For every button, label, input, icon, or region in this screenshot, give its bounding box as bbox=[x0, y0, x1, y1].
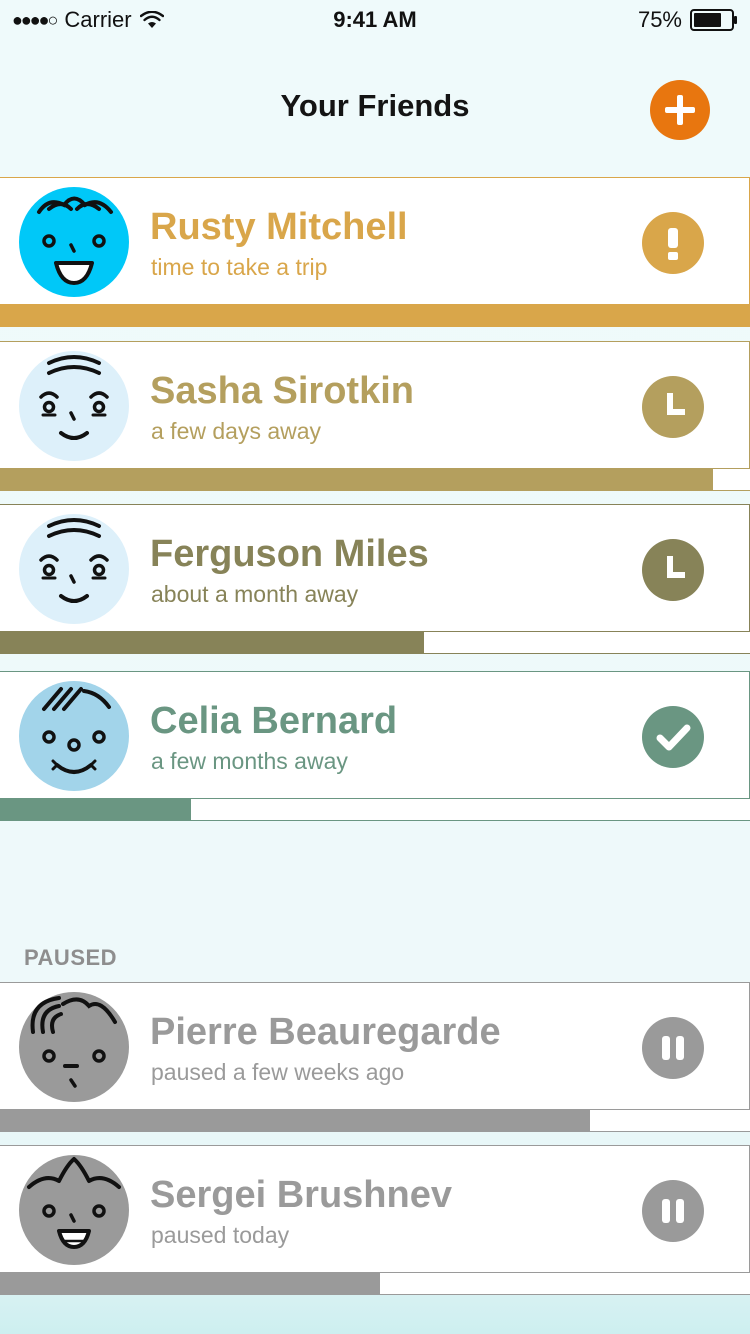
friend-name: Celia Bernard bbox=[150, 700, 398, 742]
plus-icon bbox=[665, 95, 695, 125]
friend-card-celia-bernard[interactable]: Celia Bernard a few months away bbox=[0, 671, 750, 821]
friend-name: Sasha Sirotkin bbox=[150, 370, 414, 412]
friend-subtitle: paused today bbox=[151, 1222, 290, 1248]
friend-subtitle: paused a few weeks ago bbox=[151, 1059, 405, 1085]
status-button[interactable] bbox=[642, 539, 704, 601]
friend-subtitle: time to take a trip bbox=[151, 254, 328, 280]
progress-bar bbox=[0, 798, 750, 820]
friend-subtitle: a few days away bbox=[151, 418, 322, 444]
status-button[interactable] bbox=[642, 1180, 704, 1242]
progress-fill bbox=[0, 1110, 591, 1131]
battery-percent: 75% bbox=[637, 7, 682, 32]
progress-fill bbox=[0, 799, 192, 820]
status-button[interactable] bbox=[642, 376, 704, 438]
progress-fill bbox=[0, 469, 713, 490]
progress-fill bbox=[0, 1273, 381, 1294]
progress-bar bbox=[0, 1272, 750, 1294]
friend-name: Ferguson Miles bbox=[150, 533, 429, 575]
status-right: 75% bbox=[638, 7, 738, 33]
sergei-brushnev-avatar bbox=[19, 1155, 129, 1265]
progress-fill bbox=[0, 305, 750, 326]
clock-icon bbox=[667, 393, 685, 415]
paused-section-label: PAUSED bbox=[24, 945, 118, 970]
pause-icon bbox=[662, 1036, 684, 1060]
sasha-sirotkin-avatar bbox=[19, 351, 129, 461]
friend-subtitle: about a month away bbox=[151, 581, 359, 607]
progress-bar bbox=[0, 468, 750, 490]
clock-icon bbox=[667, 556, 685, 578]
page-title: Your Friends bbox=[280, 88, 470, 123]
status-button[interactable] bbox=[642, 706, 704, 768]
exclamation-icon bbox=[668, 228, 678, 260]
battery-icon bbox=[690, 9, 737, 31]
status-button[interactable] bbox=[642, 1017, 704, 1079]
friend-name: Rusty Mitchell bbox=[150, 206, 408, 248]
friend-card-rusty-mitchell[interactable]: Rusty Mitchell time to take a trip bbox=[0, 177, 750, 327]
checkmark-icon bbox=[656, 724, 691, 751]
celia-bernard-avatar bbox=[19, 681, 129, 791]
progress-fill bbox=[0, 632, 424, 653]
friend-card-sasha-sirotkin[interactable]: Sasha Sirotkin a few days away bbox=[0, 341, 750, 491]
progress-bar bbox=[0, 304, 750, 326]
progress-bar bbox=[0, 1109, 750, 1131]
progress-bar bbox=[0, 631, 750, 653]
friend-card-ferguson-miles[interactable]: Ferguson Miles about a month away bbox=[0, 504, 750, 654]
status-button[interactable] bbox=[642, 212, 704, 274]
friend-card-sergei-brushnev[interactable]: Sergei Brushnev paused today bbox=[0, 1145, 750, 1295]
friend-subtitle: a few months away bbox=[151, 748, 348, 774]
add-friend-button[interactable] bbox=[650, 80, 710, 140]
ferguson-miles-avatar bbox=[19, 514, 129, 624]
pause-icon bbox=[662, 1199, 684, 1223]
status-bar: ●●●●○ Carrier 9:41 AM 75% bbox=[0, 0, 750, 40]
friend-name: Sergei Brushnev bbox=[150, 1174, 452, 1216]
rusty-mitchell-avatar bbox=[19, 187, 129, 297]
friend-name: Pierre Beauregarde bbox=[150, 1011, 501, 1053]
pierre-beauregarde-avatar bbox=[19, 992, 129, 1102]
friend-card-pierre-beauregarde[interactable]: Pierre Beauregarde paused a few weeks ag… bbox=[0, 982, 750, 1132]
